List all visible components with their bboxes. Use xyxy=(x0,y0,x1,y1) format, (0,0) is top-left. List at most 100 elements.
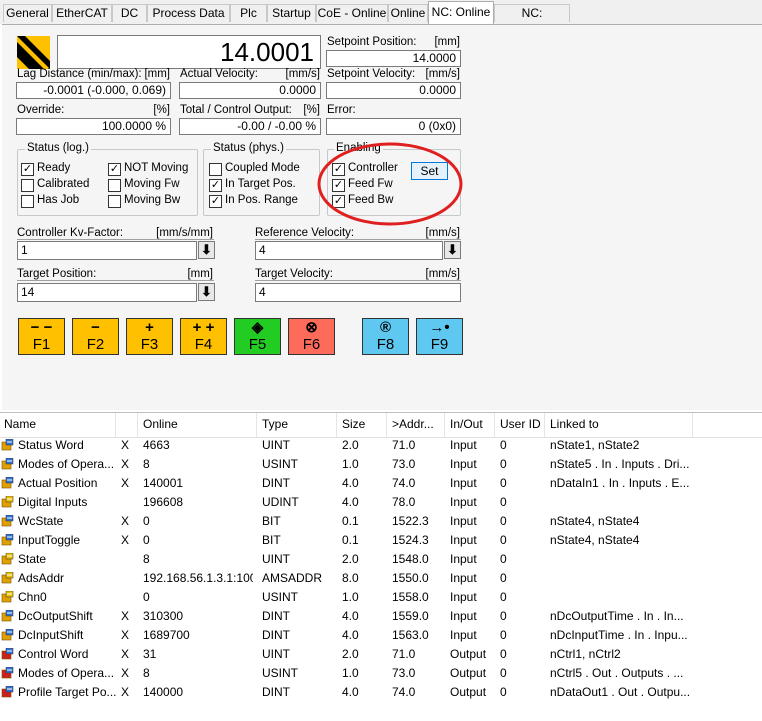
input-variable-icon xyxy=(1,533,14,546)
col-inout[interactable]: In/Out xyxy=(450,417,483,431)
total-output-unit: [%] xyxy=(303,104,320,116)
table-row[interactable]: DcInputShift X 1689700 DINT 4.0 1563.0 Input 0 n… xyxy=(0,626,762,645)
cell-addr: 71.0 xyxy=(392,647,416,661)
cell-type: USINT xyxy=(262,666,298,680)
col-userid[interactable]: User ID xyxy=(500,417,541,431)
col-size[interactable]: Size xyxy=(342,417,365,431)
table-row[interactable]: State 8 UINT 2.0 1548.0 Input 0 xyxy=(0,550,762,569)
tab-process-data[interactable]: Process Data xyxy=(147,4,230,22)
cell-x: X xyxy=(121,457,130,471)
cell-online: 31 xyxy=(143,647,157,661)
kv-factor-input[interactable]: 1 xyxy=(17,241,197,260)
cell-io: Input xyxy=(450,457,477,471)
table-row[interactable]: WcState X 0 BIT 0.1 1522.3 Input 0 nState4, nSta… xyxy=(0,512,762,531)
moving-bw-checkbox[interactable] xyxy=(108,195,121,208)
calibrated-checkbox[interactable] xyxy=(21,179,34,192)
f8-button[interactable]: ® F8 xyxy=(362,318,409,355)
cell-type: DINT xyxy=(262,476,290,490)
not-moving-checkbox[interactable]: ✓ xyxy=(108,163,121,176)
table-row[interactable]: Modes of Opera... X 8 USINT 1.0 73.0 Output 0 nC… xyxy=(0,664,762,683)
table-row[interactable]: Actual Position X 140001 DINT 4.0 74.0 Input 0 n… xyxy=(0,474,762,493)
tab-coe-online[interactable]: CoE - Online xyxy=(316,4,388,22)
col-type[interactable]: Type xyxy=(262,417,288,431)
cell-size: 2.0 xyxy=(342,552,359,566)
table-row[interactable]: Status Word X 4663 UINT 2.0 71.0 Input 0 nState1… xyxy=(0,436,762,455)
cell-online: 8 xyxy=(143,666,150,680)
f2-button[interactable]: − F2 xyxy=(72,318,119,355)
f5-button[interactable]: ◈ F5 xyxy=(234,318,281,355)
cell-name: WcState xyxy=(18,514,64,528)
col-addr[interactable]: >Addr... xyxy=(392,417,434,431)
double-minus-icon: − − xyxy=(30,319,53,336)
col-name[interactable]: Name xyxy=(4,417,36,431)
cell-size: 4.0 xyxy=(342,685,359,699)
kv-factor-download-button[interactable]: ⬇ xyxy=(198,241,215,259)
cell-size: 1.0 xyxy=(342,457,359,471)
has-job-label: Has Job xyxy=(37,194,80,206)
f4-button[interactable]: + + F4 xyxy=(180,318,227,355)
input-variable-icon xyxy=(1,628,14,641)
cell-io: Input xyxy=(450,628,477,642)
col-online[interactable]: Online xyxy=(143,417,178,431)
setpoint-position-unit: [mm] xyxy=(434,36,460,48)
cell-uid: 0 xyxy=(500,552,507,566)
has-job-checkbox[interactable] xyxy=(21,195,34,208)
cell-name: Digital Inputs xyxy=(18,495,88,509)
target-position-download-button[interactable]: ⬇ xyxy=(198,283,215,301)
table-row[interactable]: Modes of Opera... X 8 USINT 1.0 73.0 Input 0 nSt… xyxy=(0,455,762,474)
target-position-input[interactable]: 14 xyxy=(17,283,197,302)
table-row[interactable]: Digital Inputs 196608 UDINT 4.0 78.0 Input 0 xyxy=(0,493,762,512)
cell-addr: 74.0 xyxy=(392,476,416,490)
kv-factor-unit: [mm/s/mm] xyxy=(156,227,213,239)
target-velocity-input[interactable]: 4 xyxy=(255,283,461,302)
table-row[interactable]: Control Word X 31 UINT 2.0 71.0 Output 0 nCtrl1,… xyxy=(0,645,762,664)
tab-dc[interactable]: DC xyxy=(112,4,147,22)
table-row[interactable]: DcOutputShift X 310300 DINT 4.0 1559.0 Input 0 n… xyxy=(0,607,762,626)
actual-position-display: 14.0001 xyxy=(57,35,321,69)
tab-nc-functions[interactable]: NC: Functions xyxy=(494,4,570,37)
cell-io: Output xyxy=(450,647,487,661)
tab-online[interactable]: Online xyxy=(388,4,428,22)
in-target-pos-checkbox[interactable]: ✓ xyxy=(209,179,222,192)
ref-velocity-download-button[interactable]: ⬇ xyxy=(444,241,461,259)
tab-startup[interactable]: Startup xyxy=(267,4,316,22)
input-variable-icon xyxy=(1,571,14,584)
f9-button[interactable]: →• F9 xyxy=(416,318,463,355)
tab-ethercat[interactable]: EtherCAT xyxy=(52,4,112,22)
annotation-ellipse xyxy=(316,141,464,227)
cell-addr: 1524.3 xyxy=(392,533,429,547)
ready-checkbox[interactable]: ✓ xyxy=(21,163,34,176)
col-linked[interactable]: Linked to xyxy=(550,417,599,431)
f6-button[interactable]: ⊗ F6 xyxy=(288,318,335,355)
cell-addr: 78.0 xyxy=(392,495,416,509)
in-pos-range-checkbox[interactable]: ✓ xyxy=(209,195,222,208)
ref-velocity-input[interactable]: 4 xyxy=(255,241,443,260)
error-value: 0 (0x0) xyxy=(326,118,461,135)
total-output-value: -0.00 / -0.00 % xyxy=(179,118,321,135)
cell-linked: nState4, nState4 xyxy=(550,514,640,528)
table-row[interactable]: Chn0 0 USINT 1.0 1558.0 Input 0 xyxy=(0,588,762,607)
target-velocity-unit: [mm/s] xyxy=(425,268,461,280)
f1-button[interactable]: − − F1 xyxy=(18,318,65,355)
cell-size: 2.0 xyxy=(342,647,359,661)
table-row[interactable]: AdsAddr 192.168.56.1.3.1:1001 AMSADDR 8.0 15… xyxy=(0,569,762,588)
f3-button[interactable]: + F3 xyxy=(126,318,173,355)
ready-label: Ready xyxy=(37,162,71,174)
coupled-mode-checkbox[interactable] xyxy=(209,163,222,176)
calibrated-label: Calibrated xyxy=(37,178,90,190)
tab-nc-online[interactable]: NC: Online xyxy=(428,1,494,24)
cell-name: InputToggle xyxy=(18,533,81,547)
cell-online: 8 xyxy=(143,552,150,566)
table-row[interactable]: Profile Target Po... X 140000 DINT 4.0 74.0 Ou… xyxy=(0,683,762,702)
override-value: 100.0000 % xyxy=(16,118,171,135)
target-position-unit: [mm] xyxy=(187,268,213,280)
table-row[interactable]: InputToggle X 0 BIT 0.1 1524.3 Input 0 nState4, … xyxy=(0,531,762,550)
target-position-label: Target Position: xyxy=(17,268,97,280)
tab-plc[interactable]: Plc xyxy=(230,4,267,22)
cell-name: AdsAddr xyxy=(18,571,65,585)
tab-general[interactable]: General xyxy=(3,4,52,22)
not-moving-label: NOT Moving xyxy=(124,162,189,174)
cell-uid: 0 xyxy=(500,457,507,471)
moving-fw-checkbox[interactable] xyxy=(108,179,121,192)
cell-name: Profile Target Po... xyxy=(18,685,117,699)
